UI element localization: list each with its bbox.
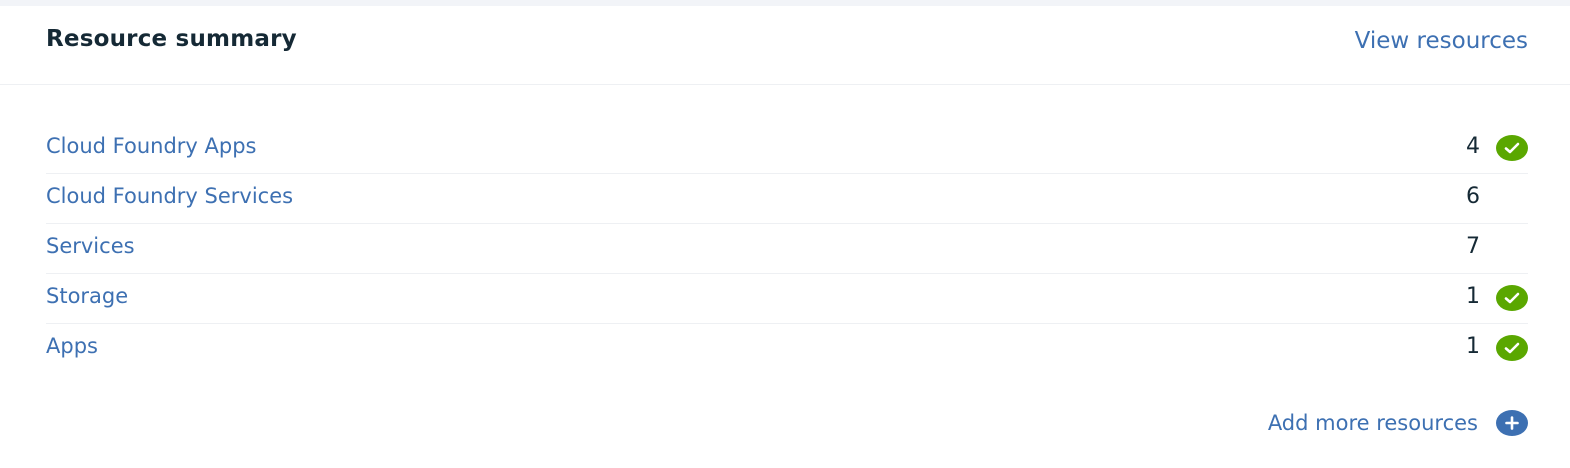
resource-row-cloud-foundry-apps: Cloud Foundry Apps 4 (46, 124, 1528, 174)
resource-link[interactable]: Apps (46, 334, 98, 358)
resource-count: 1 (1466, 334, 1480, 359)
checkmark-circle-icon (1496, 285, 1528, 311)
plus-circle-icon[interactable] (1496, 410, 1528, 436)
checkmark-circle-icon (1496, 335, 1528, 361)
resource-list: Cloud Foundry Apps 4 Cloud Foundry Servi… (46, 124, 1528, 373)
add-more-resources-label: Add more resources (1267, 411, 1478, 435)
resource-count: 7 (1466, 234, 1480, 259)
resource-link[interactable]: Cloud Foundry Apps (46, 134, 257, 158)
add-more-resources-button[interactable]: Add more resources (1268, 410, 1528, 436)
resource-row-cloud-foundry-services: Cloud Foundry Services 6 (46, 174, 1528, 224)
resource-summary-card: Resource summary View resources Cloud Fo… (0, 6, 1570, 468)
resource-count: 6 (1466, 184, 1480, 209)
resource-link[interactable]: Services (46, 234, 135, 258)
resource-link[interactable]: Storage (46, 284, 128, 308)
card-header: Resource summary View resources (0, 6, 1570, 85)
resource-row-storage: Storage 1 (46, 274, 1528, 324)
resource-row-services: Services 7 (46, 224, 1528, 274)
resource-row-apps: Apps 1 (46, 324, 1528, 373)
resource-count: 1 (1466, 284, 1480, 309)
resource-count: 4 (1466, 134, 1480, 159)
card-title: Resource summary (46, 26, 297, 52)
resource-link[interactable]: Cloud Foundry Services (46, 184, 293, 208)
view-resources-link[interactable]: View resources (1355, 28, 1528, 54)
checkmark-circle-icon (1496, 135, 1528, 161)
